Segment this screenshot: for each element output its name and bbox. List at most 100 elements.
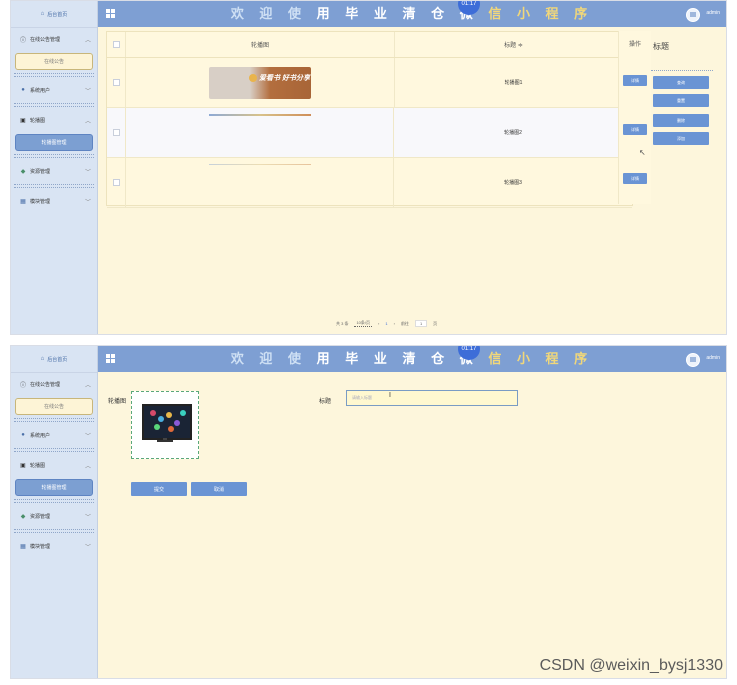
avatar[interactable] <box>686 8 700 22</box>
menu-label: 资源管理 <box>30 513 51 520</box>
banner-image: 爱看书 好书分享 <box>209 66 311 99</box>
chevron-up-icon: ︿ <box>84 382 91 389</box>
next-page-icon[interactable]: › <box>394 321 395 326</box>
menu-modules[interactable]: ▦ 模块管理 ﹀ <box>11 190 97 212</box>
grid-icon: ▦ <box>20 543 26 550</box>
image-icon: ▣ <box>20 462 26 469</box>
submenu-announcement[interactable]: 在线公告 <box>15 398 93 415</box>
search-panel: 标题 查询 重置 删除 添加 <box>651 31 721 145</box>
username[interactable]: admin <box>706 355 720 361</box>
detail-button[interactable]: 详情 <box>623 124 647 135</box>
menu-label: 资源管理 <box>30 168 51 175</box>
divider <box>14 184 94 188</box>
menu-resources[interactable]: ◆ 资源管理 ﹀ <box>11 505 97 527</box>
prev-page-icon[interactable]: ‹ <box>378 321 379 326</box>
row-title: 轮播图2 <box>393 108 632 157</box>
row-checkbox[interactable] <box>112 129 120 136</box>
detail-button[interactable]: 详情 <box>623 173 647 184</box>
topbar: 欢 迎 使 用 毕 业 清 仓 微 信 小 程 序 01:17 admin <box>98 346 726 372</box>
sidebar: ⌂ 后台首页 ⓘ 在线公告管理 ︿ 在线公告 ● 系统用户 ﹀ ▣ 轮播图 ︿ … <box>11 1 98 334</box>
divider <box>14 154 94 158</box>
title-input[interactable]: 请输入标题 <box>346 390 518 406</box>
menu-label: 系统用户 <box>30 87 51 94</box>
menu-label: 在线公告管理 <box>30 36 61 43</box>
header-title[interactable]: 标题 ≑ <box>394 32 632 57</box>
image-label: 轮播图 <box>108 399 127 405</box>
table-row: 轮播图3 <box>107 158 632 208</box>
list-screen: ⌂ 后台首页 ⓘ 在线公告管理 ︿ 在线公告 ● 系统用户 ﹀ ▣ 轮播图 ︿ … <box>10 0 727 335</box>
op-column: 操作 详情 详情 详情 <box>618 31 651 204</box>
app-title: 欢 迎 使 用 毕 业 清 仓 微 信 小 程 序 <box>230 6 594 21</box>
banner-image <box>208 114 311 116</box>
row-title: 轮播图3 <box>393 158 632 207</box>
add-button[interactable]: 添加 <box>653 132 709 145</box>
user-icon: ● <box>21 87 25 93</box>
monitor-image <box>142 404 192 440</box>
info-icon: ⓘ <box>19 382 26 389</box>
menu-label: 轮播图 <box>30 117 46 124</box>
menu-label: 在线公告管理 <box>30 381 61 388</box>
menu-announcement[interactable]: ⓘ 在线公告管理 ︿ <box>11 373 97 395</box>
row-checkbox[interactable] <box>112 79 120 86</box>
divider <box>14 103 94 107</box>
grid-icon: ▦ <box>20 198 26 205</box>
row-checkbox[interactable] <box>112 179 120 186</box>
shield-icon: ◆ <box>20 513 26 520</box>
menu-announcement[interactable]: ⓘ 在线公告管理 ︿ <box>11 28 97 50</box>
select-all-checkbox[interactable] <box>112 41 120 48</box>
detail-button[interactable]: 详情 <box>623 75 647 86</box>
chevron-down-icon: ﹀ <box>84 544 91 551</box>
menu-modules[interactable]: ▦ 模块管理 ﹀ <box>11 535 97 557</box>
table-row: 爱看书 好书分享 轮播图1 <box>107 58 632 108</box>
reset-button[interactable]: 重置 <box>653 94 709 107</box>
mouse-pointer-icon: ↖ <box>639 148 646 157</box>
pager-total: 共 3 条 <box>336 320 349 326</box>
menu-carousel[interactable]: ▣ 轮播图 ︿ <box>11 454 97 476</box>
header-op: 操作 <box>628 42 641 48</box>
username[interactable]: admin <box>706 10 720 16</box>
user-icon: ● <box>21 432 25 438</box>
home-link[interactable]: ⌂ 后台首页 <box>11 1 97 28</box>
info-icon: ⓘ <box>19 37 26 44</box>
chevron-down-icon: ﹀ <box>84 88 91 95</box>
submit-button[interactable]: 提交 <box>131 482 187 496</box>
chevron-up-icon: ︿ <box>84 463 91 470</box>
row-title: 轮播图1 <box>394 58 632 107</box>
home-icon: ⌂ <box>40 356 45 362</box>
divider <box>14 418 94 422</box>
app-title: 欢 迎 使 用 毕 业 清 仓 微 信 小 程 序 <box>230 351 594 366</box>
menu-users[interactable]: ● 系统用户 ﹀ <box>11 79 97 101</box>
banner-image <box>208 164 311 165</box>
menu-users[interactable]: ● 系统用户 ﹀ <box>11 424 97 446</box>
cancel-button[interactable]: 取消 <box>191 482 247 496</box>
pagination: 共 3 条 10条/页 ‹ 1 › 前往 1 页 <box>336 320 437 327</box>
query-button[interactable]: 查询 <box>653 76 709 89</box>
delete-button[interactable]: 删除 <box>653 114 709 127</box>
chevron-up-icon: ︿ <box>84 118 91 125</box>
home-link[interactable]: ⌂ 后台首页 <box>11 346 97 373</box>
page-size-select[interactable]: 10条/页 <box>354 320 373 327</box>
menu-resources[interactable]: ◆ 资源管理 ﹀ <box>11 160 97 182</box>
chevron-down-icon: ﹀ <box>84 433 91 440</box>
goto-input[interactable]: 1 <box>414 320 428 327</box>
table-header: 轮播图 标题 ≑ <box>107 32 632 58</box>
image-icon: ▣ <box>20 117 26 124</box>
chevron-down-icon: ﹀ <box>84 514 91 521</box>
menu-carousel[interactable]: ▣ 轮播图 ︿ <box>11 109 97 131</box>
goto-label: 前往 <box>400 320 409 326</box>
page-unit: 页 <box>433 320 438 326</box>
chevron-up-icon: ︿ <box>84 37 91 44</box>
avatar[interactable] <box>686 353 700 367</box>
submenu-announcement[interactable]: 在线公告 <box>15 53 93 70</box>
image-uploader[interactable] <box>131 391 199 459</box>
current-page[interactable]: 1 <box>385 321 387 326</box>
menu-label: 模块管理 <box>30 543 51 550</box>
menu-label: 模块管理 <box>30 198 51 205</box>
submenu-carousel-manage[interactable]: 轮播图管理 <box>15 134 93 151</box>
chevron-down-icon: ﹀ <box>84 169 91 176</box>
title-label: 标题 <box>319 399 332 405</box>
menu-label: 系统用户 <box>30 432 51 439</box>
search-input[interactable] <box>651 70 713 71</box>
carousel-table: 轮播图 标题 ≑ 爱看书 好书分享 轮播图1 轮播图2 轮播图3 <box>106 31 633 208</box>
submenu-carousel-manage[interactable]: 轮播图管理 <box>15 479 93 496</box>
